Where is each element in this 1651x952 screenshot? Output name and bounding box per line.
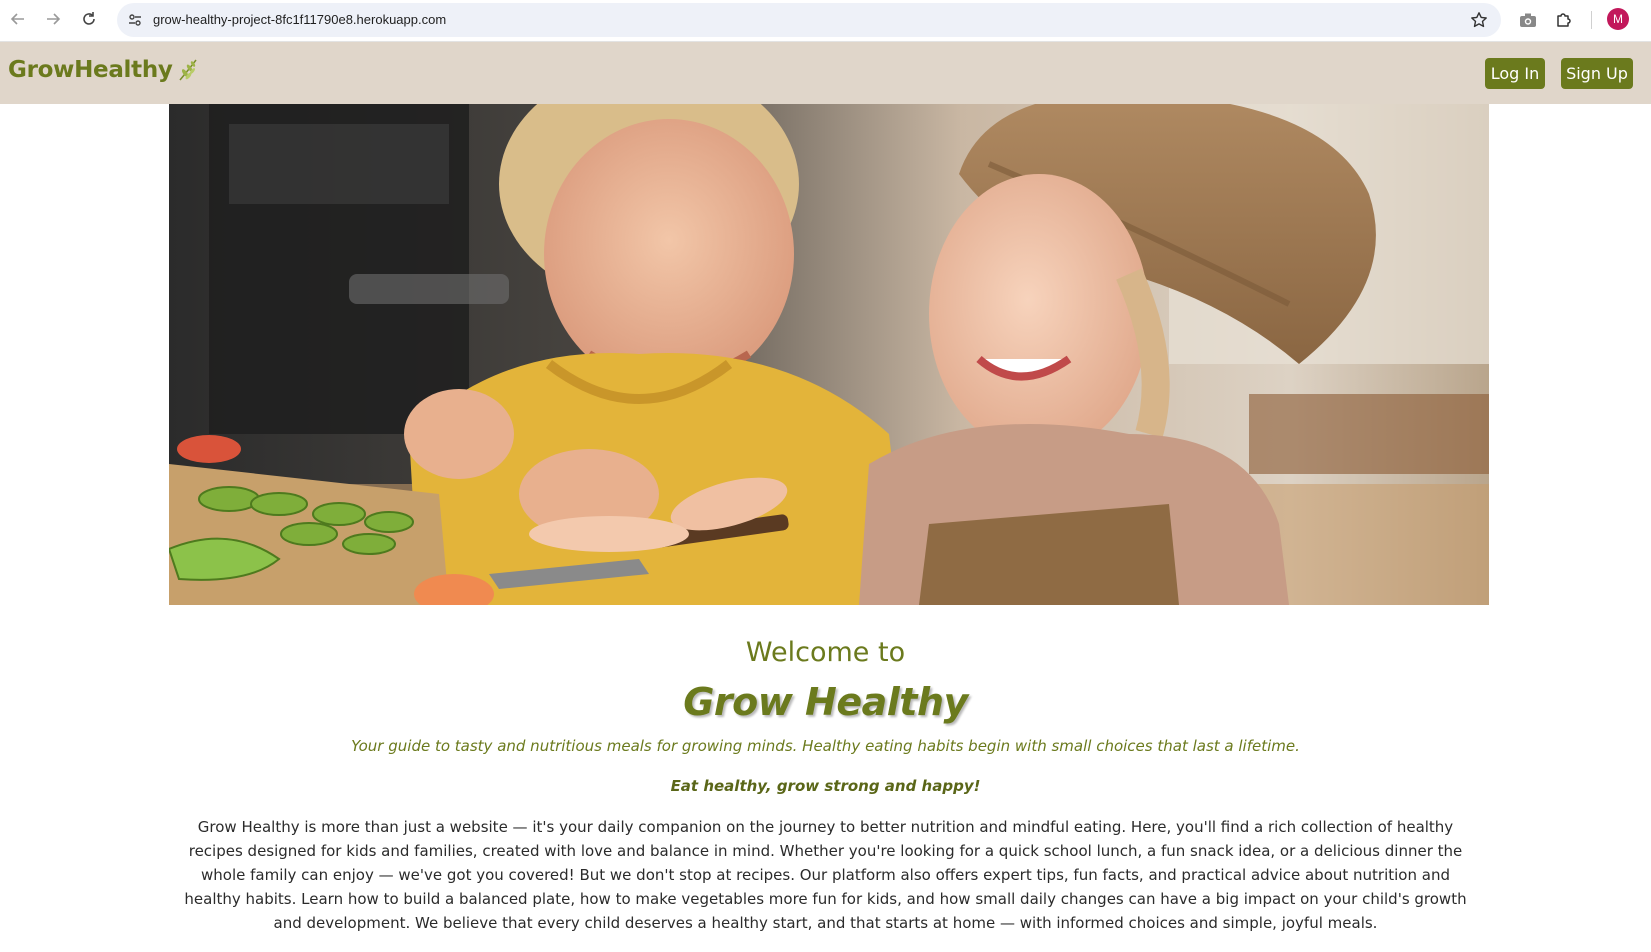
motto: Eat healthy, grow strong and happy!: [670, 777, 981, 795]
camera-icon: [1520, 13, 1536, 27]
arrow-left-icon: [10, 13, 24, 25]
bookmark-star-icon[interactable]: [1470, 11, 1488, 34]
login-button[interactable]: Log In: [1485, 58, 1545, 89]
toolbar-divider: [1591, 11, 1592, 29]
profile-avatar[interactable]: M: [1607, 8, 1629, 30]
tagline: Your guide to tasty and nutritious meals…: [351, 737, 1300, 755]
arrow-right-icon: [47, 13, 61, 25]
site-info-icon[interactable]: [127, 12, 143, 33]
signup-button[interactable]: Sign Up: [1561, 58, 1633, 89]
brand-title: Grow Healthy: [683, 680, 968, 724]
site-header: GrowHealthy Log In Sign Up: [0, 42, 1651, 104]
reload-button[interactable]: [78, 8, 100, 30]
forward-button[interactable]: [42, 8, 64, 30]
back-button[interactable]: [7, 8, 29, 30]
reload-icon: [83, 12, 95, 25]
screenshot-button[interactable]: [1517, 9, 1539, 31]
browser-toolbar: grow-healthy-project-8fc1f11790e8.heroku…: [0, 0, 1651, 42]
url-text[interactable]: grow-healthy-project-8fc1f11790e8.heroku…: [153, 12, 446, 27]
leaf-sprig-icon: [179, 59, 197, 81]
extensions-button[interactable]: [1553, 9, 1575, 31]
logo-text: GrowHealthy: [8, 57, 173, 83]
hero-image: [169, 104, 1489, 605]
intro-paragraph: Grow Healthy is more than just a website…: [184, 818, 1467, 932]
puzzle-icon: [1557, 13, 1571, 27]
welcome-heading: Welcome to: [745, 637, 906, 668]
site-logo[interactable]: GrowHealthy: [8, 57, 199, 83]
address-bar[interactable]: grow-healthy-project-8fc1f11790e8.heroku…: [117, 3, 1501, 37]
